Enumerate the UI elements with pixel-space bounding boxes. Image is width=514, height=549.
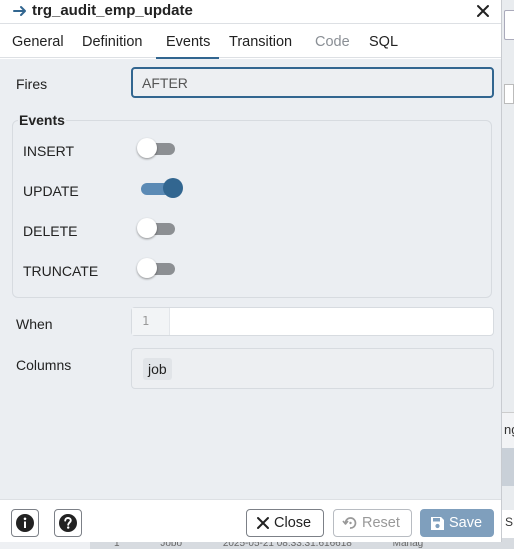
update-label: UPDATE xyxy=(23,183,79,199)
delete-label: DELETE xyxy=(23,223,78,239)
columns-label: Columns xyxy=(16,357,72,373)
reset-button-label: Reset xyxy=(362,515,400,531)
close-button-label: Close xyxy=(274,515,312,531)
insert-label: INSERT xyxy=(23,143,75,159)
x-icon xyxy=(257,517,269,529)
save-button[interactable]: Save xyxy=(420,509,494,537)
tab-bar: General Definition Events Transition Cod… xyxy=(0,24,501,60)
trigger-dialog: trg_audit_emp_update General Definition … xyxy=(0,0,502,542)
info-icon xyxy=(16,514,34,532)
dialog-footer: Close Reset Save xyxy=(0,499,501,542)
events-tab-panel: Fires AFTER Events INSERT UPDATE DELETE … xyxy=(0,59,501,499)
background-cell-fragment: SM xyxy=(505,515,514,529)
tab-transition[interactable]: Transition xyxy=(229,34,292,50)
tab-definition[interactable]: Definition xyxy=(82,34,142,50)
background-input xyxy=(504,10,514,40)
truncate-label: TRUNCATE xyxy=(23,263,99,279)
background-select xyxy=(504,84,514,104)
insert-toggle[interactable] xyxy=(137,138,177,158)
save-icon xyxy=(431,516,444,530)
dialog-titlebar[interactable]: trg_audit_emp_update xyxy=(0,0,501,24)
close-button[interactable]: Close xyxy=(246,509,324,537)
update-toggle[interactable] xyxy=(137,178,183,198)
background-selected-row xyxy=(502,448,514,486)
info-button[interactable] xyxy=(11,509,39,537)
fires-label: Fires xyxy=(16,76,48,92)
dialog-title: trg_audit_emp_update xyxy=(32,2,193,19)
background-header-fragment: ng xyxy=(504,422,514,437)
delete-toggle[interactable] xyxy=(137,218,177,238)
tab-general[interactable]: General xyxy=(12,34,64,50)
help-button[interactable] xyxy=(54,509,82,537)
help-icon xyxy=(59,514,77,532)
when-label: When xyxy=(16,316,53,332)
reset-icon xyxy=(342,517,357,529)
line-number-gutter: 1 xyxy=(132,308,170,335)
fires-select[interactable]: AFTER xyxy=(131,67,494,98)
column-chip-job[interactable]: job xyxy=(143,358,172,380)
when-code-editor[interactable]: 1 xyxy=(131,307,494,336)
truncate-toggle[interactable] xyxy=(137,258,177,278)
tab-events[interactable]: Events xyxy=(155,34,220,60)
tab-code: Code xyxy=(315,34,350,50)
tab-sql[interactable]: SQL xyxy=(369,34,398,50)
arrow-right-icon xyxy=(13,6,26,16)
line-number: 1 xyxy=(142,314,150,328)
columns-multiselect[interactable]: job xyxy=(131,348,494,389)
reset-button: Reset xyxy=(333,509,412,537)
fires-value: AFTER xyxy=(142,75,188,91)
close-icon[interactable] xyxy=(474,2,492,20)
events-legend: Events xyxy=(18,112,66,128)
save-button-label: Save xyxy=(449,515,483,531)
